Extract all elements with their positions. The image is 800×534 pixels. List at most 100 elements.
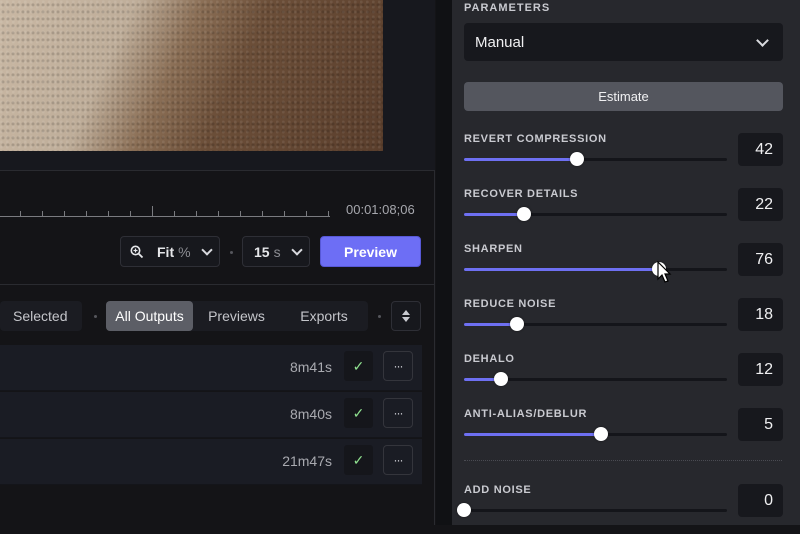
tab-group-outputs: All Outputs Previews Exports [106, 301, 368, 331]
duration-unit: s [273, 243, 281, 260]
ruler-tick [240, 211, 241, 217]
output-duration: 8m41s [289, 359, 332, 375]
duration-dropdown[interactable]: 15 s [242, 236, 310, 267]
zoom-unit: % [178, 243, 191, 260]
param-value-input[interactable]: 22 [738, 188, 783, 221]
timecode: 00:01:08;06 [346, 202, 415, 217]
ruler-tick [130, 211, 131, 217]
output-duration: 21m47s [282, 453, 332, 469]
param-value-input[interactable]: 0 [738, 484, 783, 517]
slider-fill [464, 158, 578, 161]
ruler-tick [218, 211, 219, 217]
chevron-down-icon [290, 243, 303, 256]
duration-value: 15 [254, 243, 270, 260]
section-label: PARAMETERS [464, 2, 551, 14]
divider [0, 284, 435, 285]
ruler-tick [306, 211, 307, 217]
separator-dot [378, 315, 381, 318]
slider-fill [464, 268, 659, 271]
check-icon[interactable]: ✓ [344, 351, 373, 381]
ruler-tick [174, 211, 175, 217]
slider-thumb[interactable] [517, 207, 532, 221]
slider-thumb[interactable] [509, 317, 524, 331]
param-slider[interactable] [464, 427, 727, 441]
output-duration: 8m40s [289, 406, 332, 422]
param-value-input[interactable]: 18 [738, 298, 783, 331]
sort-icon-down [402, 317, 410, 322]
ruler-tick [42, 211, 43, 217]
param-label: REVERT COMPRESSION [464, 133, 607, 145]
param-slider[interactable] [457, 503, 727, 517]
param-add-noise: ADD NOISE 0 [457, 484, 784, 534]
output-row[interactable]: 8m40s ✓ ··· [0, 392, 422, 438]
estimate-button[interactable]: Estimate [464, 82, 783, 111]
sort-button[interactable] [391, 301, 421, 331]
chevron-down-icon [200, 243, 213, 256]
param-label: DEHALO [464, 353, 515, 365]
dotted-divider [464, 460, 782, 461]
divider [0, 170, 435, 171]
ruler-baseline [0, 216, 330, 217]
param-value-input[interactable]: 5 [738, 408, 783, 441]
parameters-panel: PARAMETERS Manual Estimate REVERT COMPRE… [452, 0, 800, 525]
tab-all-outputs[interactable]: All Outputs [106, 301, 193, 331]
sort-icon [402, 310, 410, 315]
zoom-in-icon [130, 245, 144, 258]
zoom-dropdown[interactable]: Fit % [120, 236, 220, 267]
ruler-tick [262, 211, 263, 217]
ruler-tick [64, 211, 65, 217]
slider-thumb[interactable] [457, 503, 471, 517]
slider-fill [464, 323, 517, 326]
tab-exports[interactable]: Exports [280, 301, 368, 331]
preview-button[interactable]: Preview [320, 236, 421, 267]
param-slider[interactable] [464, 262, 727, 276]
ruler-tick [86, 211, 87, 217]
param-label: REDUCE NOISE [464, 298, 557, 310]
ruler-tick [152, 206, 153, 217]
ruler-tick [328, 211, 329, 217]
param-sharpen: SHARPEN 76 [464, 243, 784, 293]
zoom-value: Fit [157, 243, 175, 260]
output-row[interactable]: 21m47s ✓ ··· [0, 439, 422, 485]
tab-previews[interactable]: Previews [193, 301, 280, 331]
slider-thumb[interactable] [493, 372, 508, 386]
param-slider[interactable] [464, 372, 727, 386]
separator-dot [230, 251, 233, 254]
param-recover-details: RECOVER DETAILS 22 [464, 188, 784, 238]
mode-dropdown[interactable]: Manual [464, 23, 783, 61]
ruler-tick [20, 211, 21, 217]
slider-fill [464, 433, 601, 436]
param-value-input[interactable]: 42 [738, 133, 783, 166]
output-pane: 00:01:08;06 Fit % 15 s Preview Selected … [0, 0, 435, 525]
video-preview-frame[interactable] [0, 0, 383, 151]
panel-resize-gutter[interactable] [436, 0, 452, 525]
param-reduce-noise: REDUCE NOISE 18 [464, 298, 784, 348]
more-options-button[interactable]: ··· [383, 398, 413, 428]
param-dehalo: DEHALO 12 [464, 353, 784, 403]
chevron-down-icon [756, 33, 769, 47]
slider-thumb[interactable] [593, 427, 608, 441]
param-label: ADD NOISE [464, 484, 532, 496]
param-value-input[interactable]: 76 [738, 243, 783, 276]
mouse-cursor-icon [657, 261, 672, 283]
ruler-tick [108, 211, 109, 217]
check-icon[interactable]: ✓ [344, 398, 373, 428]
param-label: ANTI-ALIAS/DEBLUR [464, 408, 588, 420]
param-label: SHARPEN [464, 243, 523, 255]
param-value-input[interactable]: 12 [738, 353, 783, 386]
param-slider[interactable] [464, 317, 727, 331]
ruler-tick [196, 211, 197, 217]
output-row[interactable]: 8m41s ✓ ··· [0, 345, 422, 391]
slider-thumb[interactable] [570, 152, 585, 166]
param-slider[interactable] [464, 207, 727, 221]
mode-value: Manual [475, 33, 525, 51]
param-anti-alias-deblur: ANTI-ALIAS/DEBLUR 5 [464, 408, 784, 458]
check-icon[interactable]: ✓ [344, 445, 373, 475]
param-revert-compression: REVERT COMPRESSION 42 [464, 133, 784, 183]
timeline-ruler[interactable] [0, 200, 330, 218]
more-options-button[interactable]: ··· [383, 445, 413, 475]
param-slider[interactable] [464, 152, 727, 166]
tab-selected[interactable]: Selected [0, 301, 82, 331]
more-options-button[interactable]: ··· [383, 351, 413, 381]
separator-dot [94, 315, 97, 318]
